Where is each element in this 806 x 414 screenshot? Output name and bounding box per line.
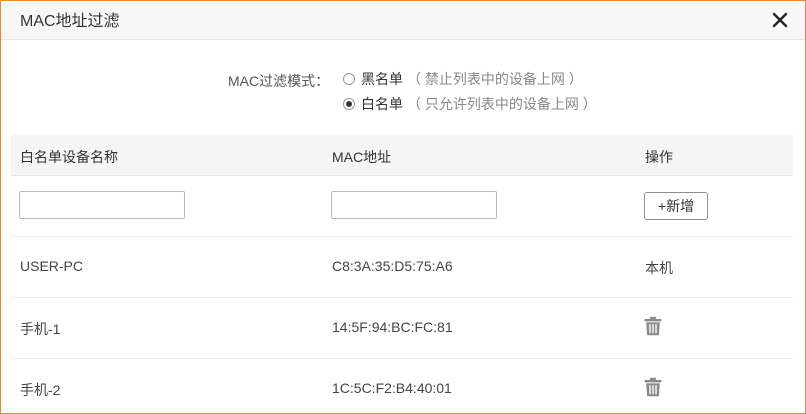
mac-address: C8:3A:35:D5:75:A6: [332, 258, 453, 274]
trash-icon[interactable]: [644, 377, 662, 397]
header-action: 操作: [645, 149, 673, 165]
trash-icon[interactable]: [644, 316, 662, 336]
whitelist-table: 白名单设备名称 MAC地址 操作 +新增 USER-PC C8:3A:35:D5…: [11, 135, 793, 413]
mac-address: 1C:5C:F2:B4:40:01: [332, 380, 452, 396]
whitelist-radio[interactable]: [343, 98, 355, 110]
header-mac: MAC地址: [332, 149, 392, 165]
table-row: 手机-2 1C:5C:F2:B4:40:01: [11, 359, 793, 413]
table-row: USER-PC C8:3A:35:D5:75:A6 本机: [11, 237, 793, 298]
mode-option-whitelist[interactable]: 白名单 （ 只允许列表中的设备上网 ）: [343, 94, 597, 114]
device-name: 手机-2: [20, 382, 61, 398]
add-button[interactable]: +新增: [644, 192, 708, 220]
mac-address-input[interactable]: [331, 191, 497, 219]
blacklist-radio[interactable]: [343, 73, 355, 85]
dialog-title: MAC地址过滤: [20, 13, 120, 30]
whitelist-label: 白名单: [361, 96, 403, 112]
new-entry-row: +新增: [11, 176, 793, 237]
device-name-input[interactable]: [19, 191, 185, 219]
blacklist-hint: （ 禁止列表中的设备上网 ）: [407, 71, 583, 87]
whitelist-hint: （ 只允许列表中的设备上网 ）: [407, 96, 597, 112]
mac-filter-dialog: MAC地址过滤 MAC过滤模式： 黑名单 （ 禁止列表中的设备上网 ） 白名单 …: [0, 0, 806, 414]
table-row: 手机-1 14:5F:94:BC:FC:81: [11, 298, 793, 359]
local-device-label: 本机: [645, 260, 673, 276]
device-name: USER-PC: [20, 258, 84, 274]
mode-option-blacklist[interactable]: 黑名单 （ 禁止列表中的设备上网 ）: [343, 69, 583, 89]
dialog-header: MAC地址过滤: [1, 1, 805, 40]
filter-mode-label: MAC过滤模式：: [228, 73, 330, 89]
mac-address: 14:5F:94:BC:FC:81: [332, 319, 453, 335]
blacklist-label: 黑名单: [361, 71, 403, 87]
device-name: 手机-1: [20, 321, 61, 337]
table-header: 白名单设备名称 MAC地址 操作: [11, 135, 793, 176]
close-icon[interactable]: [769, 9, 791, 31]
header-device-name: 白名单设备名称: [20, 149, 118, 165]
